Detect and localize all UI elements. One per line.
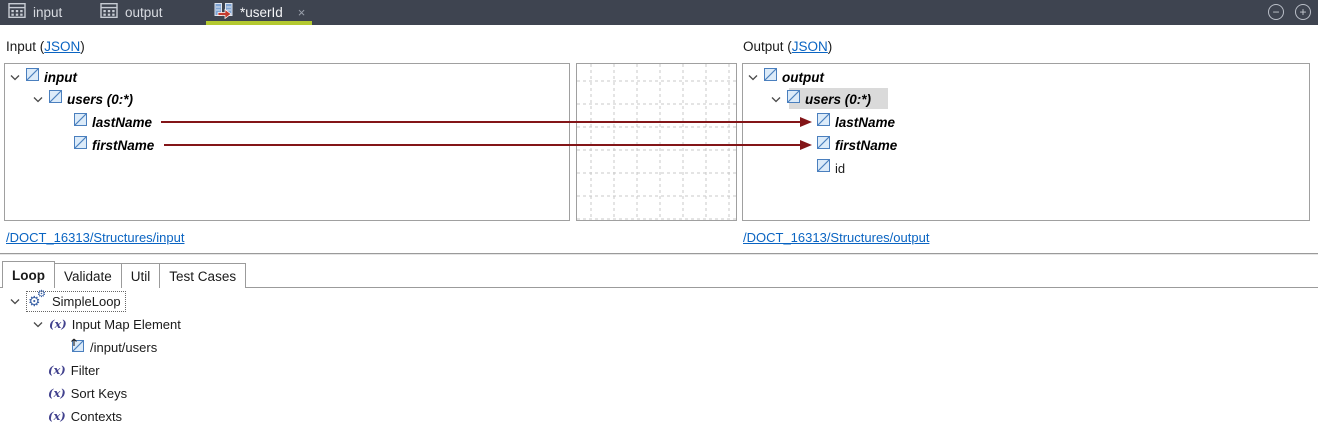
element-icon	[74, 113, 87, 131]
element-icon	[817, 136, 830, 154]
element-icon	[787, 90, 800, 108]
output-structure-link[interactable]: /DOCT_16313/Structures/output	[743, 230, 929, 245]
loop-node-label: SimpleLoop	[52, 294, 121, 309]
tab-loop[interactable]: Loop	[2, 261, 55, 288]
element-icon	[49, 90, 62, 108]
tree-node-label: firstName	[835, 138, 897, 153]
editor-tab-bar: input output *userId × − +	[0, 0, 1318, 25]
element-icon	[817, 159, 830, 177]
loop-node-label: Sort Keys	[71, 386, 127, 401]
tree-node-firstname[interactable]: firstName	[74, 134, 154, 156]
element-icon	[817, 113, 830, 131]
tab-test-cases[interactable]: Test Cases	[159, 263, 246, 288]
chevron-down-icon[interactable]	[10, 74, 20, 81]
tree-node-label: id	[835, 161, 845, 176]
tree-node-label: users (0:*)	[67, 92, 133, 107]
output-json-link[interactable]: JSON	[792, 39, 828, 54]
loop-node-contexts[interactable]: (x) Contexts	[48, 405, 122, 427]
function-icon: (x)	[49, 317, 67, 331]
structure-icon	[8, 2, 26, 24]
loop-node-simpleloop[interactable]: ⚙ ⚙ SimpleLoop	[10, 290, 126, 312]
gears-icon: ⚙ ⚙	[29, 293, 47, 310]
tree-node-label: output	[782, 70, 824, 85]
loop-node-label: Contexts	[71, 409, 122, 424]
tree-node-users[interactable]: users (0:*)	[33, 88, 133, 110]
plus-circle-icon[interactable]: +	[1295, 4, 1311, 20]
chevron-down-icon[interactable]	[748, 74, 758, 81]
input-json-link[interactable]: JSON	[44, 39, 80, 54]
mapping-arrow-icon	[800, 117, 812, 127]
loop-node-input-users-path[interactable]: /input/users	[70, 336, 157, 358]
loop-node-label: Filter	[71, 363, 100, 378]
close-icon[interactable]: ×	[298, 5, 306, 20]
tree-node-users-selected[interactable]: users (0:*)	[771, 88, 871, 110]
loop-node-sort-keys[interactable]: (x) Sort Keys	[48, 382, 127, 404]
minus-circle-icon[interactable]: −	[1268, 4, 1284, 20]
chevron-down-icon[interactable]	[33, 321, 43, 328]
input-pane-header: Input (JSON)	[6, 39, 85, 54]
mapping-arrow-icon	[800, 140, 812, 150]
structure-icon	[100, 2, 118, 24]
focused-node: ⚙ ⚙ SimpleLoop	[26, 291, 126, 312]
tab-util[interactable]: Util	[121, 263, 161, 288]
chevron-down-icon[interactable]	[33, 96, 43, 103]
editor-tab-output[interactable]: output	[100, 0, 163, 25]
bottom-tab-bar: Loop Validate Util Test Cases	[2, 261, 245, 288]
mapping-line-lastname[interactable]	[161, 121, 801, 123]
tree-node-lastname-out[interactable]: lastName	[817, 111, 895, 133]
tree-node-label: input	[44, 70, 77, 85]
editor-tab-label: input	[33, 5, 62, 20]
loop-node-label: Input Map Element	[72, 317, 181, 332]
dashed-grid	[577, 64, 736, 220]
active-tab-underline	[206, 21, 312, 25]
editor-tab-label: output	[125, 5, 163, 20]
chevron-down-icon[interactable]	[10, 298, 20, 305]
tree-node-label: firstName	[92, 138, 154, 153]
mapping-line-firstname[interactable]	[164, 144, 801, 146]
tree-node-label: lastName	[92, 115, 152, 130]
editor-tab-input[interactable]: input	[8, 0, 62, 25]
mapping-editor-window: input output *userId × − + Input (JSON) …	[0, 0, 1318, 447]
tree-node-input[interactable]: input	[10, 66, 77, 88]
function-icon: (x)	[48, 409, 66, 423]
function-icon: (x)	[48, 363, 66, 377]
tree-node-lastname[interactable]: lastName	[74, 111, 152, 133]
loop-node-input-map-element[interactable]: (x) Input Map Element	[33, 313, 181, 335]
loop-node-label: /input/users	[90, 340, 157, 355]
element-ref-icon	[70, 337, 85, 357]
loop-node-filter[interactable]: (x) Filter	[48, 359, 100, 381]
chevron-down-icon[interactable]	[771, 96, 781, 103]
tree-node-id[interactable]: id	[817, 157, 845, 179]
element-icon	[764, 68, 777, 86]
function-icon: (x)	[48, 386, 66, 400]
element-icon	[26, 68, 39, 86]
tab-validate[interactable]: Validate	[54, 263, 122, 288]
output-pane-header: Output (JSON)	[743, 39, 832, 54]
tree-node-label: users (0:*)	[805, 92, 871, 107]
element-icon	[74, 136, 87, 154]
editor-tab-label: *userId	[240, 5, 283, 20]
tree-node-firstname-out[interactable]: firstName	[817, 134, 897, 156]
input-structure-link[interactable]: /DOCT_16313/Structures/input	[6, 230, 184, 245]
mapping-grid-panel	[576, 63, 737, 221]
horizontal-sash[interactable]	[0, 253, 1318, 255]
tree-node-label: lastName	[835, 115, 895, 130]
tree-node-output[interactable]: output	[748, 66, 824, 88]
